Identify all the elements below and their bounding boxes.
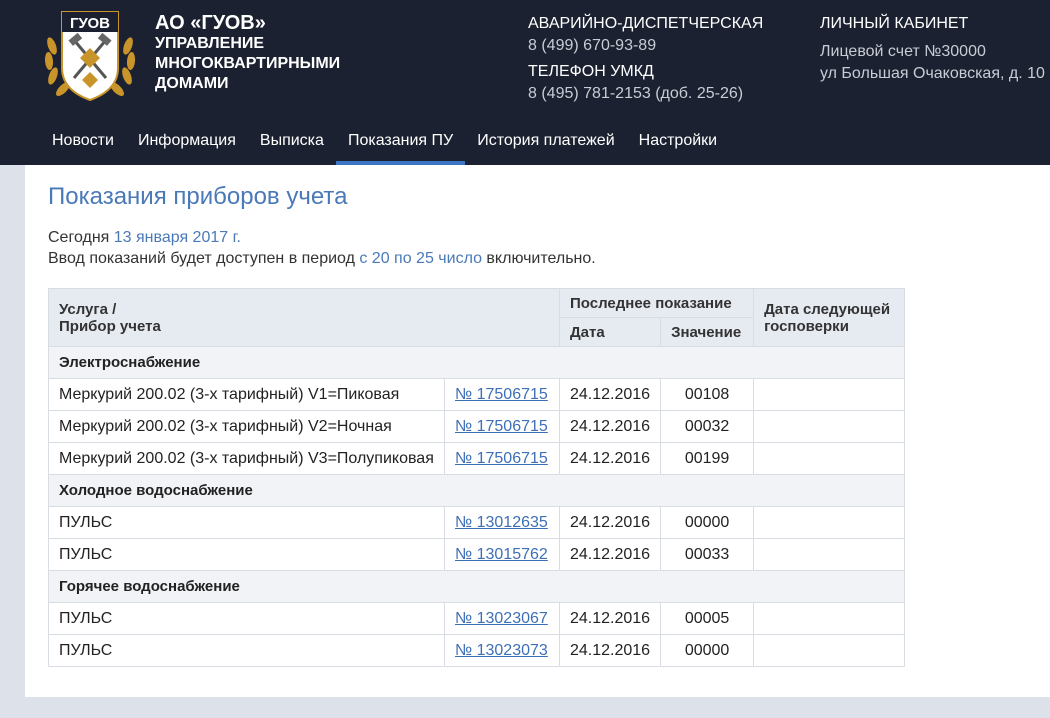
reading-date: 24.12.2016 xyxy=(558,634,662,667)
reading-date: 24.12.2016 xyxy=(558,378,662,411)
cabinet-title[interactable]: ЛИЧНЫЙ КАБИНЕТ xyxy=(820,13,1045,35)
device-name: ПУЛЬС xyxy=(48,506,445,539)
organization-name: АО «ГУОВ» УПРАВЛЕНИЕ МНОГОКВАРТИРНЫМИ ДО… xyxy=(155,12,340,94)
device-name: Меркурий 200.02 (3-х тарифный) V1=Пикова… xyxy=(48,378,445,411)
meter-number-cell: № 17506715 xyxy=(444,410,560,443)
next-verification-date xyxy=(753,506,906,539)
org-subtitle-line-2: МНОГОКВАРТИРНЫМИ xyxy=(155,55,341,72)
nav-meter-readings[interactable]: Показания ПУ xyxy=(335,120,466,165)
header-next-verification: Дата следующей госповерки xyxy=(753,288,906,347)
header-next-line-2: госповерки xyxy=(764,317,849,335)
header-next-line-1: Дата следующей xyxy=(764,300,891,318)
table-row: Меркурий 200.02 (3-х тарифный) V2=Ночная… xyxy=(48,410,906,443)
contact-phones: АВАРИЙНО-ДИСПЕТЧЕРСКАЯ 8 (499) 670-93-89… xyxy=(528,13,763,109)
meter-number-link[interactable]: № 13012635 xyxy=(455,514,548,531)
device-name: Меркурий 200.02 (3-х тарифный) V3=Полупи… xyxy=(48,442,445,475)
next-verification-date xyxy=(753,442,906,475)
nav-information[interactable]: Информация xyxy=(126,120,248,165)
org-subtitle-line-3: ДОМАМИ xyxy=(155,75,229,92)
readings-info: Сегодня 13 января 2017 г. Ввод показаний… xyxy=(48,227,596,269)
nav-payment-history[interactable]: История платежей xyxy=(465,120,626,165)
period-prefix: Ввод показаний будет доступен в период xyxy=(48,250,360,267)
page-title: Показания приборов учета xyxy=(48,183,348,210)
service-group-name: Электроснабжение xyxy=(47,346,906,379)
period-line: Ввод показаний будет доступен в период с… xyxy=(48,248,596,269)
header-service-line-1: Услуга / xyxy=(59,300,117,318)
logo-text: ГУОВ xyxy=(70,15,110,32)
meter-number-cell: № 13023073 xyxy=(444,634,560,667)
meter-number-link[interactable]: № 17506715 xyxy=(455,418,548,435)
umkd-phone[interactable]: 8 (495) 781-2153 (доб. 25-26) xyxy=(528,83,763,105)
emergency-phone[interactable]: 8 (499) 670-93-89 xyxy=(528,35,763,57)
next-verification-date xyxy=(753,410,906,443)
account-number: Лицевой счет №30000 xyxy=(820,43,986,60)
meter-readings-table: Услуга / Прибор учета Последнее показани… xyxy=(47,288,906,667)
reading-date: 24.12.2016 xyxy=(558,602,662,635)
period-range: с 20 по 25 число xyxy=(359,250,482,267)
table-row: ПУЛЬС № 13023073 24.12.2016 00000 xyxy=(48,634,906,667)
service-group-row: Холодное водоснабжение xyxy=(47,474,906,507)
today-date: 13 января 2017 г. xyxy=(113,229,241,246)
meter-number-cell: № 13012635 xyxy=(444,506,560,539)
meter-number-link[interactable]: № 17506715 xyxy=(455,450,548,467)
meter-number-link[interactable]: № 13015762 xyxy=(455,546,548,563)
reading-value: 00199 xyxy=(660,442,755,475)
meter-number-link[interactable]: № 17506715 xyxy=(455,386,548,403)
table-row: Меркурий 200.02 (3-х тарифный) V1=Пикова… xyxy=(48,378,906,411)
next-verification-date xyxy=(753,602,906,635)
service-group-row: Электроснабжение xyxy=(47,346,906,379)
emergency-label: АВАРИЙНО-ДИСПЕТЧЕРСКАЯ xyxy=(528,15,764,32)
reading-date: 24.12.2016 xyxy=(558,410,662,443)
reading-value: 00000 xyxy=(660,506,755,539)
header-date: Дата xyxy=(558,317,662,347)
reading-date: 24.12.2016 xyxy=(558,506,662,539)
company-logo[interactable]: ГУОВ xyxy=(40,6,140,106)
next-verification-date xyxy=(753,378,906,411)
nav-settings[interactable]: Настройки xyxy=(627,120,729,165)
org-title: АО «ГУОВ» xyxy=(155,12,266,34)
nav-news[interactable]: Новости xyxy=(40,120,126,165)
reading-date: 24.12.2016 xyxy=(558,538,662,571)
meter-number-cell: № 17506715 xyxy=(444,442,560,475)
reading-value: 00033 xyxy=(660,538,755,571)
today-prefix: Сегодня xyxy=(48,229,114,246)
personal-cabinet: ЛИЧНЫЙ КАБИНЕТ Лицевой счет №30000 ул Бо… xyxy=(820,13,1045,85)
next-verification-date xyxy=(753,634,906,667)
reading-value: 00032 xyxy=(660,410,755,443)
device-name: ПУЛЬС xyxy=(48,538,445,571)
header-last-reading: Последнее показание xyxy=(558,288,755,318)
meter-number-cell: № 13023067 xyxy=(444,602,560,635)
today-line: Сегодня 13 января 2017 г. xyxy=(48,227,596,248)
reading-value: 00108 xyxy=(660,378,755,411)
table-row: ПУЛЬС № 13023067 24.12.2016 00005 xyxy=(48,602,906,635)
device-name: ПУЛЬС xyxy=(48,634,445,667)
header-service: Услуга / Прибор учета xyxy=(48,288,560,347)
device-name: Меркурий 200.02 (3-х тарифный) V2=Ночная xyxy=(48,410,445,443)
meter-number-link[interactable]: № 13023073 xyxy=(455,642,548,659)
org-subtitle-line-1: УПРАВЛЕНИЕ xyxy=(155,35,265,52)
reading-value: 00005 xyxy=(660,602,755,635)
table-row: ПУЛЬС № 13012635 24.12.2016 00000 xyxy=(48,506,906,539)
service-group-row: Горячее водоснабжение xyxy=(47,570,906,603)
site-header: ГУОВ АО «ГУОВ» УПРАВЛЕНИЕ МНОГОКВАРТИРНЫ… xyxy=(0,0,1050,165)
period-suffix: включительно. xyxy=(481,250,596,267)
umkd-label: ТЕЛЕФОН УМКД xyxy=(528,63,654,80)
content-card: Показания приборов учета Сегодня 13 янва… xyxy=(25,165,1050,697)
header-service-line-2: Прибор учета xyxy=(59,317,161,335)
table-row: Меркурий 200.02 (3-х тарифный) V3=Полупи… xyxy=(48,442,906,475)
device-name: ПУЛЬС xyxy=(48,602,445,635)
meter-number-cell: № 17506715 xyxy=(444,378,560,411)
next-verification-date xyxy=(753,538,906,571)
meter-number-link[interactable]: № 13023067 xyxy=(455,610,548,627)
meter-number-cell: № 13015762 xyxy=(444,538,560,571)
nav-statement[interactable]: Выписка xyxy=(248,120,336,165)
account-address: ул Большая Очаковская, д. 10 xyxy=(820,65,1045,82)
header-value: Значение xyxy=(660,317,755,347)
reading-value: 00000 xyxy=(660,634,755,667)
table-row: ПУЛЬС № 13015762 24.12.2016 00033 xyxy=(48,538,906,571)
main-nav: Новости Информация Выписка Показания ПУ … xyxy=(40,120,729,165)
service-group-name: Холодное водоснабжение xyxy=(47,474,906,507)
service-group-name: Горячее водоснабжение xyxy=(47,570,906,603)
reading-date: 24.12.2016 xyxy=(558,442,662,475)
